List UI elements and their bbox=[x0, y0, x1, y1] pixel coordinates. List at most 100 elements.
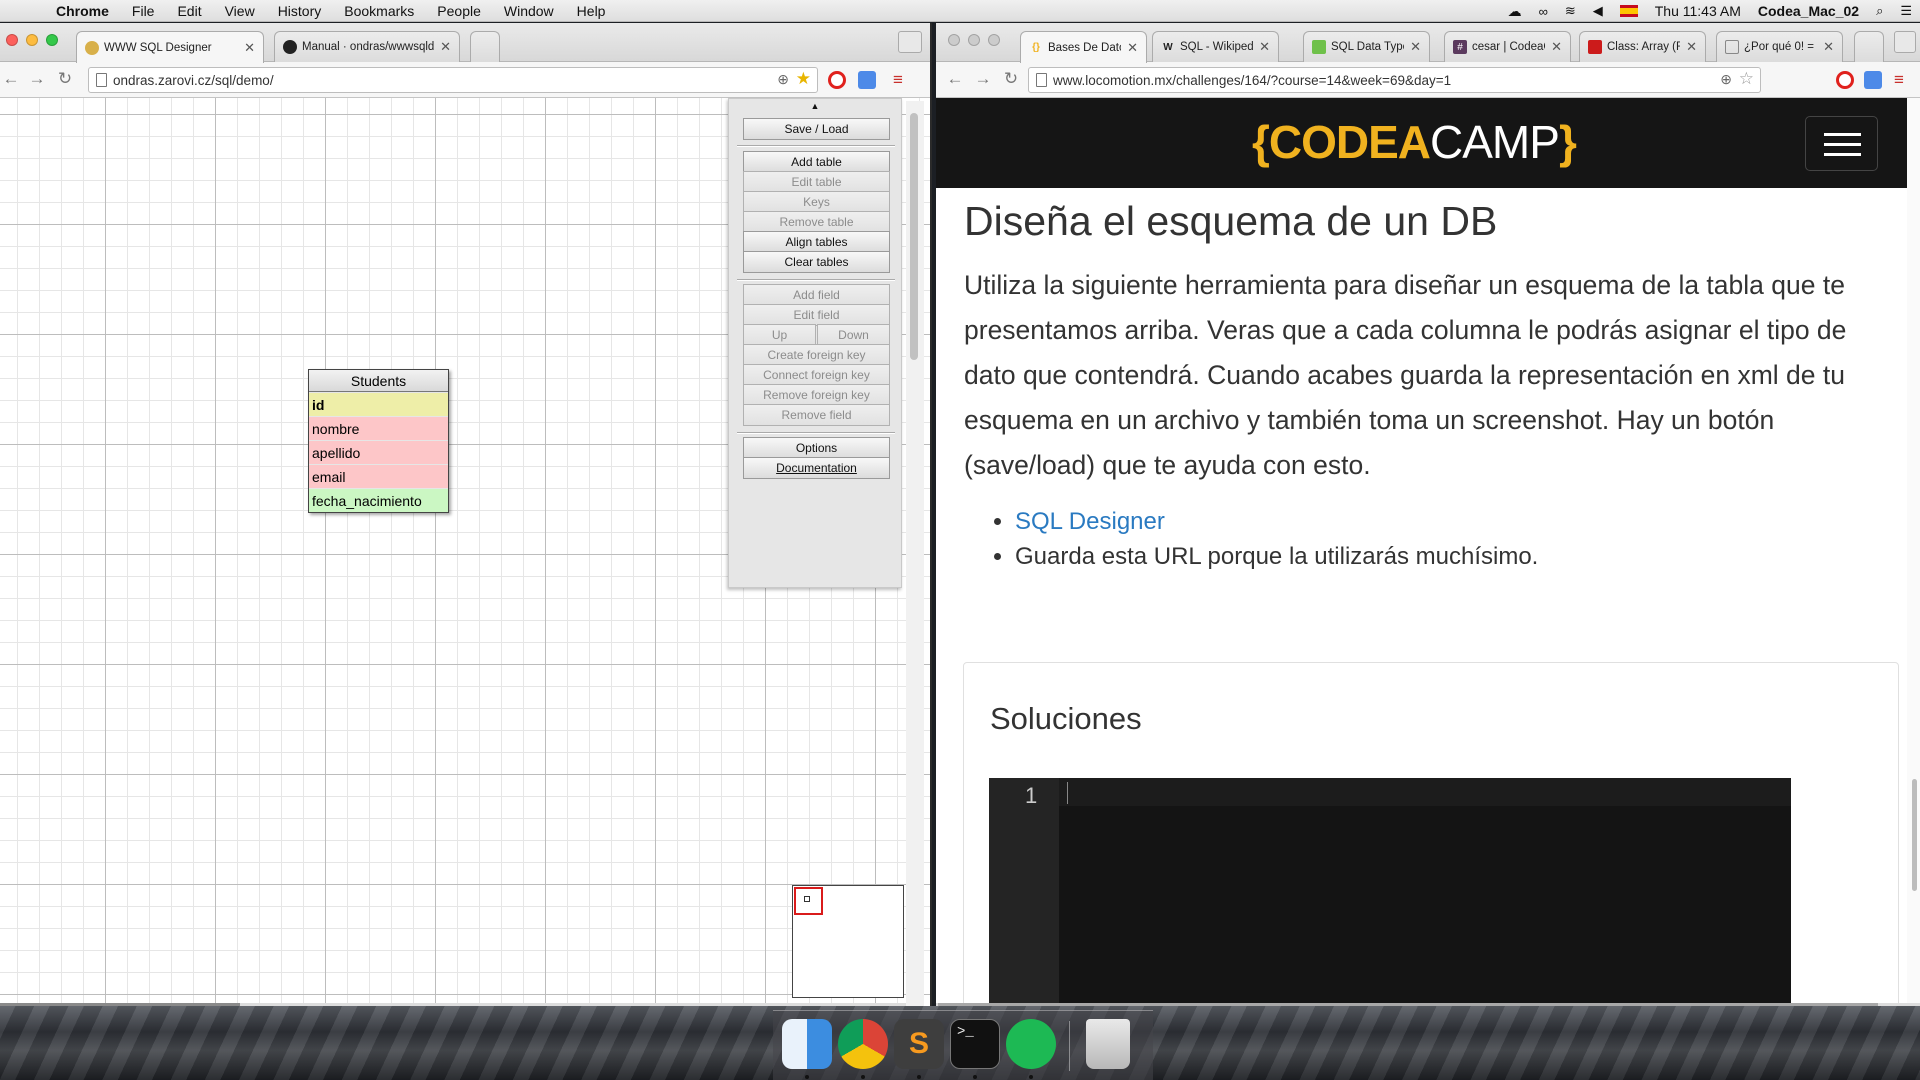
tab-close-icon[interactable]: ✕ bbox=[1823, 39, 1834, 55]
students-table[interactable]: Students id nombre apellido email fecha_… bbox=[308, 369, 449, 513]
menu-view[interactable]: View bbox=[225, 3, 255, 19]
create-foreign-key-button[interactable]: Create foreign key bbox=[743, 344, 890, 366]
back-icon[interactable]: ← bbox=[944, 69, 966, 89]
scroll-thumb[interactable] bbox=[0, 1003, 240, 1006]
tab-por-que-0[interactable]: ¿Por qué 0! = 1? ✕ bbox=[1716, 31, 1843, 62]
up-button[interactable]: Up bbox=[743, 324, 816, 346]
profile-icon[interactable] bbox=[1894, 31, 1916, 53]
spotify-icon[interactable] bbox=[1006, 1019, 1056, 1069]
maximize-window-button[interactable] bbox=[988, 34, 1000, 46]
table-title[interactable]: Students bbox=[309, 370, 448, 392]
tab-close-icon[interactable]: ✕ bbox=[440, 39, 451, 55]
minimize-window-button[interactable] bbox=[26, 34, 38, 46]
clear-tables-button[interactable]: Clear tables bbox=[743, 251, 890, 273]
remove-field-button[interactable]: Remove field bbox=[743, 404, 890, 426]
url-text[interactable]: www.locomotion.mx/challenges/164/?course… bbox=[1053, 73, 1451, 88]
keys-button[interactable]: Keys bbox=[743, 191, 890, 213]
close-window-button[interactable] bbox=[6, 34, 18, 46]
down-button[interactable]: Down bbox=[817, 324, 890, 346]
bookmark-star-icon[interactable]: ☆ bbox=[1739, 69, 1754, 89]
menu-edit[interactable]: Edit bbox=[177, 3, 201, 19]
codeacamp-logo[interactable]: {CODEACAMP} bbox=[1252, 115, 1577, 169]
edit-field-button[interactable]: Edit field bbox=[743, 304, 890, 326]
address-bar[interactable]: ondras.zarovi.cz/sql/demo/ ⊕ ★ bbox=[88, 67, 818, 93]
edit-table-button[interactable]: Edit table bbox=[743, 171, 890, 193]
menu-app-name[interactable]: Chrome bbox=[56, 3, 109, 19]
chrome-icon[interactable] bbox=[838, 1019, 888, 1069]
trash-icon[interactable] bbox=[1086, 1019, 1130, 1069]
scroll-thumb[interactable] bbox=[938, 1003, 1878, 1006]
tab-manual-github[interactable]: Manual · ondras/wwwsqlde ✕ bbox=[274, 31, 460, 62]
new-tab-button[interactable] bbox=[470, 31, 500, 62]
field-email[interactable]: email bbox=[309, 464, 448, 488]
save-load-button[interactable]: Save / Load bbox=[743, 118, 890, 140]
minimap[interactable] bbox=[792, 885, 904, 998]
tab-close-icon[interactable]: ✕ bbox=[1686, 39, 1697, 55]
forward-icon[interactable]: → bbox=[972, 69, 994, 89]
code-editor[interactable]: 1 bbox=[989, 778, 1791, 1006]
opera-icon[interactable] bbox=[828, 71, 846, 89]
zoom-icon[interactable]: ⊕ bbox=[777, 71, 789, 88]
tab-sql-wikipedia[interactable]: W SQL - Wikipedia ✕ bbox=[1152, 31, 1279, 62]
menu-bookmarks[interactable]: Bookmarks bbox=[344, 3, 414, 19]
menu-clock[interactable]: Thu 11:43 AM bbox=[1655, 3, 1741, 19]
tab-sql-data-types[interactable]: SQL Data Types ✕ bbox=[1303, 31, 1430, 62]
forward-icon[interactable]: → bbox=[26, 69, 48, 89]
new-tab-button[interactable] bbox=[1854, 31, 1884, 62]
sublime-text-icon[interactable]: S bbox=[894, 1019, 944, 1069]
add-table-button[interactable]: Add table bbox=[743, 151, 890, 173]
tab-class-array[interactable]: Class: Array (Ru ✕ bbox=[1579, 31, 1706, 62]
tab-www-sql-designer[interactable]: WWW SQL Designer ✕ bbox=[76, 31, 264, 63]
close-window-button[interactable] bbox=[948, 34, 960, 46]
tab-cesar-codeacamp[interactable]: # cesar | CodeaCa ✕ bbox=[1444, 31, 1571, 62]
chrome-menu-icon[interactable]: ≡ bbox=[893, 70, 903, 90]
menu-help[interactable]: Help bbox=[577, 3, 606, 19]
documentation-button[interactable]: Documentation bbox=[743, 457, 890, 479]
tab-bases-de-datos[interactable]: {} Bases De Datos ✕ bbox=[1020, 31, 1147, 63]
horizontal-scrollbar[interactable] bbox=[0, 1003, 906, 1006]
scroll-thumb[interactable] bbox=[910, 113, 918, 360]
translate-icon[interactable] bbox=[858, 71, 876, 89]
reload-icon[interactable]: ↻ bbox=[54, 69, 76, 89]
minimize-window-button[interactable] bbox=[968, 34, 980, 46]
options-button[interactable]: Options bbox=[743, 437, 890, 459]
address-bar[interactable]: www.locomotion.mx/challenges/164/?course… bbox=[1028, 67, 1761, 93]
zoom-icon[interactable]: ⊕ bbox=[1720, 71, 1732, 88]
menu-history[interactable]: History bbox=[278, 3, 322, 19]
terminal-icon[interactable]: >_ bbox=[950, 1019, 1000, 1069]
reload-icon[interactable]: ↻ bbox=[1000, 69, 1022, 89]
chrome-menu-icon[interactable]: ≡ bbox=[1894, 70, 1904, 90]
back-icon[interactable]: ← bbox=[0, 69, 22, 89]
maximize-window-button[interactable] bbox=[46, 34, 58, 46]
cloud-icon[interactable]: ☁ bbox=[1508, 3, 1522, 20]
vertical-scrollbar[interactable] bbox=[1907, 98, 1920, 1004]
glasses-icon[interactable]: ∞ bbox=[1539, 4, 1548, 19]
menu-file[interactable]: File bbox=[132, 3, 155, 19]
remove-foreign-key-button[interactable]: Remove foreign key bbox=[743, 384, 890, 406]
horizontal-scrollbar[interactable] bbox=[936, 1003, 1920, 1006]
add-field-button[interactable]: Add field bbox=[743, 284, 890, 306]
align-tables-button[interactable]: Align tables bbox=[743, 231, 890, 253]
tab-close-icon[interactable]: ✕ bbox=[1410, 39, 1421, 55]
volume-icon[interactable]: ◀︎ bbox=[1593, 3, 1603, 19]
hamburger-menu-icon[interactable] bbox=[1805, 116, 1878, 171]
sql-designer-link[interactable]: SQL Designer bbox=[1015, 508, 1165, 535]
bookmark-star-icon[interactable]: ★ bbox=[796, 69, 811, 89]
field-fecha-nacimiento[interactable]: fecha_nacimiento bbox=[309, 488, 448, 512]
connect-foreign-key-button[interactable]: Connect foreign key bbox=[743, 364, 890, 386]
url-text[interactable]: ondras.zarovi.cz/sql/demo/ bbox=[113, 73, 274, 88]
notification-center-icon[interactable]: ☰ bbox=[1900, 3, 1912, 19]
tab-close-icon[interactable]: ✕ bbox=[1551, 39, 1562, 55]
menu-window[interactable]: Window bbox=[504, 3, 554, 19]
menu-user[interactable]: Codea_Mac_02 bbox=[1758, 3, 1859, 19]
scroll-thumb[interactable] bbox=[1912, 779, 1917, 891]
menu-people[interactable]: People bbox=[437, 3, 481, 19]
spotlight-icon[interactable]: ⌕ bbox=[1876, 3, 1883, 19]
tab-close-icon[interactable]: ✕ bbox=[1259, 39, 1270, 55]
field-apellido[interactable]: apellido bbox=[309, 440, 448, 464]
field-nombre[interactable]: nombre bbox=[309, 416, 448, 440]
vertical-scrollbar[interactable] bbox=[906, 101, 924, 1006]
wifi-icon[interactable]: ≋ bbox=[1565, 3, 1576, 19]
tab-close-icon[interactable]: ✕ bbox=[244, 40, 255, 56]
tab-close-icon[interactable]: ✕ bbox=[1127, 40, 1138, 56]
